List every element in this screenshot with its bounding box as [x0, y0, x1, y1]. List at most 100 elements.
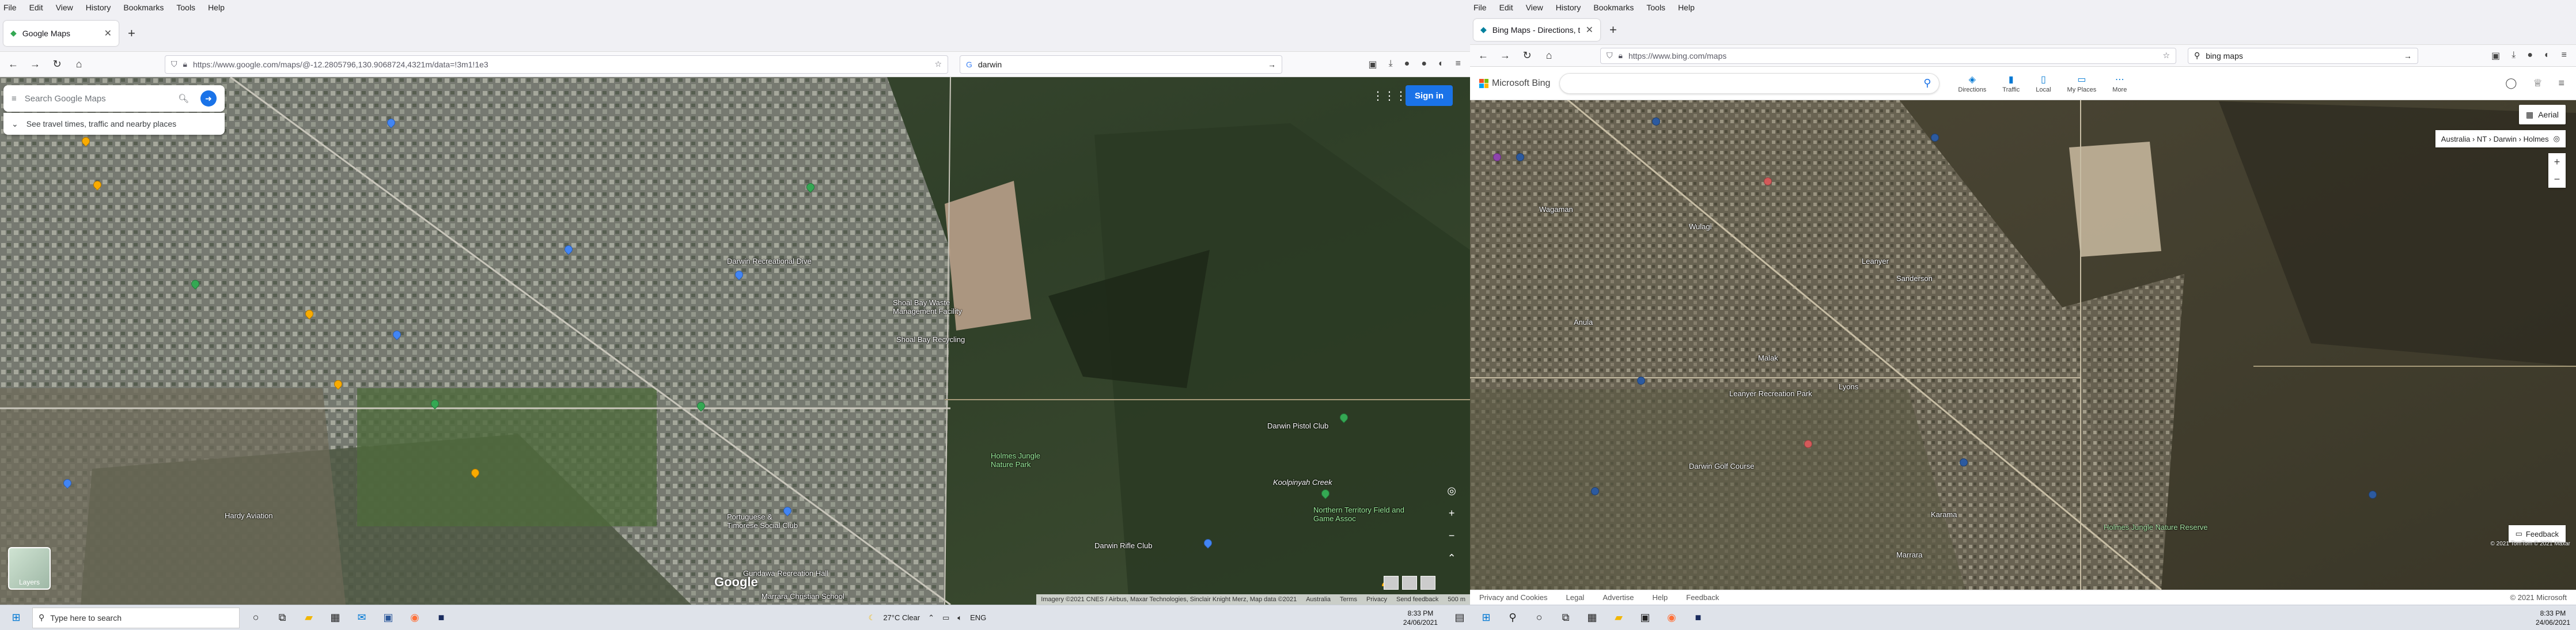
map-label[interactable]: Northern Territory Field and Game Assoc	[1313, 506, 1406, 523]
locate-me-icon[interactable]: ◎	[2554, 134, 2560, 143]
legal-link[interactable]: Legal	[1566, 593, 1585, 602]
search-icon[interactable]: 🔍︎	[178, 93, 189, 104]
nav-more[interactable]: ⋯ More	[2112, 74, 2127, 93]
attribution-country[interactable]: Australia	[1306, 596, 1331, 603]
shield-icon[interactable]: ⛉	[1607, 51, 1613, 60]
menu-history[interactable]: History	[1556, 3, 1581, 12]
terms-link[interactable]: Terms	[1340, 596, 1357, 603]
map-label[interactable]: Darwin Pistol Club	[1267, 422, 1328, 430]
privacy-link[interactable]: Privacy	[1366, 596, 1387, 603]
home-icon[interactable]: ⌂	[1544, 50, 1554, 62]
map-label[interactable]: Leanyer	[1862, 257, 1889, 265]
cortana-icon[interactable]: ○	[1529, 608, 1550, 628]
privacy-link[interactable]: Privacy and Cookies	[1479, 593, 1548, 602]
app-icon[interactable]: ▣	[1635, 608, 1656, 628]
map-label[interactable]: Hardy Aviation	[225, 511, 273, 520]
poi-icon[interactable]	[1652, 117, 1660, 126]
chevron-down-icon[interactable]: ⌄	[12, 119, 18, 129]
hamburger-menu-icon[interactable]: ≡	[2558, 77, 2564, 89]
hamburger-menu-icon[interactable]: ≡	[2562, 50, 2567, 62]
menu-bookmarks[interactable]: Bookmarks	[1593, 3, 1634, 12]
hamburger-menu-icon[interactable]: ≡	[12, 94, 17, 104]
new-tab-icon[interactable]: +	[1609, 22, 1617, 37]
taskbar-search[interactable]: ⚲ Type here to search	[32, 607, 240, 628]
poi-icon[interactable]	[1637, 377, 1645, 385]
poi-icon[interactable]	[1931, 134, 1939, 142]
directions-icon[interactable]: ➜	[200, 90, 217, 107]
windows-start-icon[interactable]: ⊞	[1476, 608, 1497, 628]
my-location-icon[interactable]: ◎	[1447, 485, 1456, 497]
menu-file[interactable]: File	[3, 3, 17, 12]
extension-icon[interactable]: ●	[2527, 50, 2533, 62]
poi-icon[interactable]	[1493, 153, 1501, 161]
map-label[interactable]: Shoal Bay Recycling	[896, 335, 965, 344]
map-label[interactable]: Anula	[1574, 318, 1593, 327]
send-feedback-link[interactable]: Send feedback	[1396, 596, 1438, 603]
mail-icon[interactable]: ✉	[351, 608, 372, 628]
map-label[interactable]: Sanderson	[1896, 274, 1933, 283]
thumbnail[interactable]	[1420, 576, 1435, 590]
lock-icon[interactable]: 🔒︎	[183, 59, 187, 69]
reload-icon[interactable]: ↻	[1522, 50, 1532, 62]
search-input[interactable]: Search Google Maps	[25, 94, 106, 104]
pocket-icon[interactable]: ▣	[1368, 59, 1377, 70]
zoom-in-icon[interactable]: +	[1449, 507, 1455, 519]
location-breadcrumb[interactable]: Australia › NT › Darwin › Holmes ◎	[2435, 130, 2566, 147]
help-link[interactable]: Help	[1653, 593, 1668, 602]
store-icon[interactable]: ▦	[1582, 608, 1603, 628]
microsoft-bing-logo[interactable]: Microsoft Bing	[1479, 78, 1550, 89]
bookmark-star-icon[interactable]: ☆	[934, 59, 942, 69]
menu-file[interactable]: File	[1473, 3, 1487, 12]
map-label[interactable]: Darwin Recreational Dive	[727, 257, 812, 265]
account-icon[interactable]: ◐	[2544, 50, 2550, 62]
tilt-icon[interactable]: ⌃	[1448, 552, 1456, 564]
layers-button[interactable]: Layers	[8, 547, 51, 590]
home-icon[interactable]: ⌂	[74, 58, 84, 70]
file-explorer-icon[interactable]: ▰	[298, 608, 319, 628]
notifications-icon[interactable]: ▤	[1449, 608, 1470, 628]
extension-icon[interactable]: ●	[1404, 59, 1410, 70]
account-icon[interactable]: ◯	[2505, 77, 2517, 89]
map-label[interactable]: Holmes Jungle Nature Park	[991, 451, 1054, 469]
tray-chevron-icon[interactable]: ⌃	[928, 613, 934, 623]
map-label[interactable]: Malak	[1758, 354, 1778, 362]
poi-icon[interactable]	[1764, 177, 1772, 185]
zoom-in-icon[interactable]: +	[2554, 153, 2560, 170]
bing-search-input[interactable]: ⚲	[1559, 73, 1940, 94]
firefox-icon[interactable]: ◉	[404, 608, 425, 628]
map-label[interactable]: Karama	[1931, 510, 1957, 519]
store-icon[interactable]: ▦	[325, 608, 346, 628]
google-search-box[interactable]: ≡ Search Google Maps 🔍︎ ➜	[3, 85, 225, 112]
rewards-icon[interactable]: ♕	[2533, 77, 2542, 89]
search-go-icon[interactable]: →	[2404, 51, 2412, 60]
downloads-icon[interactable]: ⤓	[1389, 59, 1393, 70]
map-label[interactable]: Marrara	[1896, 551, 1923, 559]
windows-start-icon[interactable]: ⊞	[6, 608, 26, 628]
web-search-bar[interactable]: G darwin →	[960, 55, 1282, 74]
thumbnail[interactable]	[1384, 576, 1399, 590]
shield-icon[interactable]: ⛉	[171, 59, 177, 69]
feedback-link[interactable]: Feedback	[1686, 593, 1719, 602]
map-label[interactable]: Wulagi	[1689, 222, 1712, 231]
new-tab-icon[interactable]: +	[128, 26, 135, 41]
close-tab-icon[interactable]: ✕	[1586, 24, 1593, 36]
nav-directions[interactable]: ◈ Directions	[1958, 74, 1986, 93]
map-label[interactable]: Wagaman	[1539, 205, 1573, 214]
bookmark-star-icon[interactable]: ☆	[2162, 51, 2170, 60]
bing-map-canvas[interactable]: Wagaman Wulagi Leanyer Anula Malak Karam…	[1470, 67, 2576, 590]
lock-icon[interactable]: 🔒︎	[1619, 51, 1623, 60]
weather-text[interactable]: 27°C Clear	[883, 613, 920, 622]
account-icon[interactable]: ◐	[1438, 59, 1444, 70]
nav-local[interactable]: ▯ Local	[2036, 74, 2051, 93]
downloads-icon[interactable]: ⤓	[2511, 50, 2516, 62]
google-apps-icon[interactable]: ⋮⋮⋮	[1372, 89, 1407, 103]
forward-icon[interactable]: →	[1500, 50, 1510, 62]
network-icon[interactable]: ▭	[942, 613, 949, 623]
task-view-icon[interactable]: ⧉	[272, 608, 293, 628]
menu-edit[interactable]: Edit	[29, 3, 43, 12]
menu-view[interactable]: View	[56, 3, 73, 12]
app-icon[interactable]: ■	[1688, 608, 1709, 628]
search-icon[interactable]: ⚲	[1923, 77, 1931, 89]
poi-icon[interactable]	[2369, 491, 2377, 499]
web-search-bar[interactable]: ⚲ bing maps →	[2188, 47, 2418, 64]
